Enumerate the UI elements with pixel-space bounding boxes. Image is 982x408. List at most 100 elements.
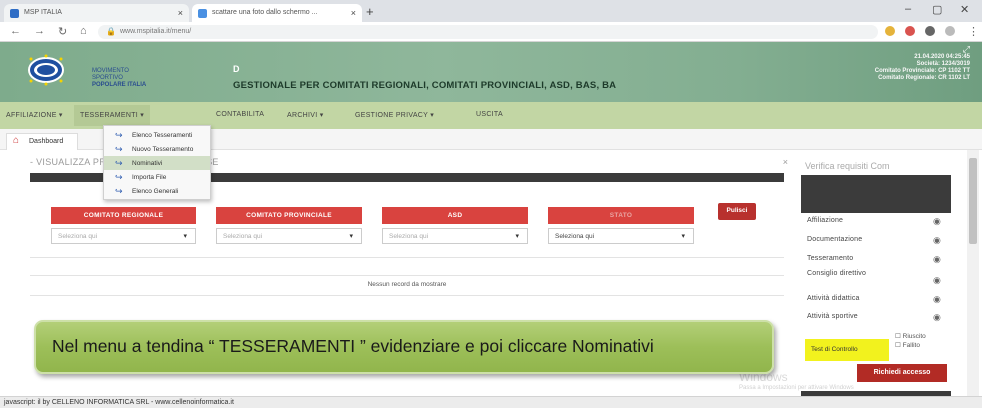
close-tab-icon[interactable]: × xyxy=(178,8,183,18)
req-label: Attività didattica xyxy=(807,295,860,302)
dropdown-item-nuovo-tesseramento[interactable]: ↪ Nuovo Tesseramento xyxy=(104,142,210,156)
tab-dashboard-label: Dashboard xyxy=(29,138,64,145)
menu-tesseramenti[interactable]: TESSERAMENTI ▾ xyxy=(74,105,151,126)
req-documentazione: Documentazione ◉ xyxy=(807,236,947,245)
request-access-button[interactable]: Richiedi accesso xyxy=(857,364,947,382)
browser-tab-search[interactable]: scattare una foto dallo schermo ... × xyxy=(192,4,362,22)
dropdown-item-label: Elenco Tesseramenti xyxy=(132,132,193,139)
scrollbar-thumb[interactable] xyxy=(969,158,977,244)
brand-line-2: SPORTIVO xyxy=(92,75,123,81)
req-label: Attività sportive xyxy=(807,313,858,320)
stato-select[interactable]: Seleziona qui ▾ xyxy=(548,228,694,244)
dropdown-item-label: Elenco Generali xyxy=(132,188,179,195)
dropdown-item-nominativi[interactable]: ↪ Nominativi xyxy=(104,156,210,170)
test-option-fallito[interactable]: ☐ Fallito xyxy=(895,341,926,350)
requirements-header-bar xyxy=(801,175,951,213)
req-attivita-sportive: Attività sportive ◉ xyxy=(807,313,947,322)
req-affiliazione: Affiliazione ◉ xyxy=(807,217,947,226)
menu-label: ARCHIVI xyxy=(287,112,318,119)
menu-affiliazione[interactable]: AFFILIAZIONE ▾ xyxy=(6,111,63,119)
menu-label: TESSERAMENTI xyxy=(80,112,139,119)
menu-uscita[interactable]: USCITA xyxy=(476,111,503,118)
menu-label: GESTIONE PRIVACY xyxy=(355,112,429,119)
eye-icon[interactable]: ◉ xyxy=(933,236,941,245)
dropdown-item-importa-file[interactable]: ↪ Importa File xyxy=(104,170,210,184)
dropdown-item-elenco-generali[interactable]: ↪ Elenco Generali xyxy=(104,184,210,198)
minimize-button[interactable]: – xyxy=(905,3,911,15)
header-marker: D xyxy=(233,64,240,74)
chevron-down-icon: ▾ xyxy=(183,233,187,240)
menu-archivi[interactable]: ARCHIVI ▾ xyxy=(287,111,324,119)
home-icon: ⌂ xyxy=(13,135,20,146)
reload-icon[interactable]: ↻ xyxy=(58,25,67,38)
dropdown-item-label: Nominativi xyxy=(132,160,163,167)
dropdown-item-elenco-tesseramenti[interactable]: ↪ Elenco Tesseramenti xyxy=(104,128,210,142)
url-text: www.mspitalia.it/menu/ xyxy=(120,28,192,35)
tab-favicon-icon xyxy=(10,9,19,18)
browser-menu-icon[interactable]: ⋮ xyxy=(968,25,979,38)
empty-table-message: Nessun record da mostrare xyxy=(367,281,447,288)
close-window-button[interactable]: ✕ xyxy=(960,3,969,16)
instruction-caption: Nel menu a tendina “ TESSERAMENTI ” evid… xyxy=(34,320,774,374)
address-bar[interactable]: 🔒 www.mspitalia.it/menu/ xyxy=(98,25,878,39)
select-placeholder: Seleziona qui xyxy=(58,233,98,240)
divider xyxy=(30,257,784,258)
session-datetime: 21.04.2020 04:25:45 xyxy=(914,54,970,60)
tab-title: MSP ITALIA xyxy=(24,9,62,16)
regional-select[interactable]: Seleziona qui ▾ xyxy=(51,228,196,244)
chevron-down-icon: ▾ xyxy=(681,233,685,240)
arrow-icon: ↪ xyxy=(115,130,123,140)
eye-icon[interactable]: ◉ xyxy=(933,275,941,286)
filter-header-asd: ASD xyxy=(382,207,528,224)
site-header: MOVIMENTO SPORTIVO POPOLARE ITALIA D GES… xyxy=(0,42,982,102)
extension-puzzle-icon[interactable] xyxy=(925,26,935,36)
forward-arrow-icon[interactable]: → xyxy=(34,25,45,37)
arrow-icon: ↪ xyxy=(115,186,123,196)
test-option-label: Fallito xyxy=(902,342,920,349)
profile-icon[interactable] xyxy=(945,26,955,36)
req-label: Affiliazione xyxy=(807,217,844,224)
filter-header-provincial: COMITATO PROVINCIALE xyxy=(216,207,362,224)
menu-label: CONTABILITA xyxy=(216,111,265,118)
close-panel-icon[interactable]: × xyxy=(783,157,788,167)
browser-tabbar: MSP ITALIA × scattare una foto dallo sch… xyxy=(0,0,982,22)
req-label: Tesseramento xyxy=(807,255,854,262)
status-text: javascript: il by CELLENO INFORMATICA SR… xyxy=(4,399,234,406)
star-icon[interactable] xyxy=(885,26,895,36)
back-arrow-icon[interactable]: ← xyxy=(10,25,21,37)
tab-title: scattare una foto dallo schermo ... xyxy=(212,9,318,16)
close-tab-icon[interactable]: × xyxy=(351,8,356,18)
eye-icon[interactable]: ◉ xyxy=(933,295,941,304)
provincial-select[interactable]: Seleziona qui ▾ xyxy=(216,228,362,244)
eye-icon[interactable]: ◉ xyxy=(933,255,941,264)
eye-icon[interactable]: ◉ xyxy=(933,313,941,322)
new-tab-button[interactable]: + xyxy=(366,4,374,19)
brand-line-1: MOVIMENTO xyxy=(92,68,129,74)
req-consiglio-direttivo: Consiglio direttivo xyxy=(807,270,877,278)
menu-contabilita[interactable]: CONTABILITA xyxy=(216,111,264,118)
chevron-down-icon: ▾ xyxy=(349,233,353,240)
browser-tab-msp[interactable]: MSP ITALIA × xyxy=(4,4,189,22)
menu-gestione-privacy[interactable]: GESTIONE PRIVACY ▾ xyxy=(355,111,434,119)
chevron-down-icon: ▾ xyxy=(515,233,519,240)
arrow-icon: ↪ xyxy=(115,172,123,182)
session-society: Società: 1234/3019 xyxy=(916,61,970,67)
instruction-text: Nel menu a tendina “ TESSERAMENTI ” evid… xyxy=(52,336,654,356)
filter-header-regional: COMITATO REGIONALE xyxy=(51,207,196,224)
tab-favicon-icon xyxy=(198,9,207,18)
test-option-riuscito[interactable]: ☐ Riuscito xyxy=(895,332,926,341)
maximize-button[interactable]: ▢ xyxy=(932,3,942,16)
clear-filters-button[interactable]: Pulisci xyxy=(718,203,756,220)
eye-icon[interactable]: ◉ xyxy=(933,217,941,226)
tab-dashboard[interactable]: ⌂ Dashboard xyxy=(6,133,78,150)
extension-icon[interactable] xyxy=(905,26,915,36)
asd-select[interactable]: Seleziona qui ▾ xyxy=(382,228,528,244)
select-placeholder: Seleziona qui xyxy=(389,233,429,240)
status-bar: javascript: il by CELLENO INFORMATICA SR… xyxy=(0,396,982,408)
req-attivita-didattica: Attività didattica ◉ xyxy=(807,295,947,304)
test-options: ☐ Riuscito ☐ Fallito xyxy=(895,332,926,350)
home-icon[interactable]: ⌂ xyxy=(80,25,87,37)
requirements-title: Verifica requisiti Com xyxy=(805,161,890,171)
msp-logo-icon[interactable] xyxy=(26,54,66,86)
divider xyxy=(30,275,784,276)
